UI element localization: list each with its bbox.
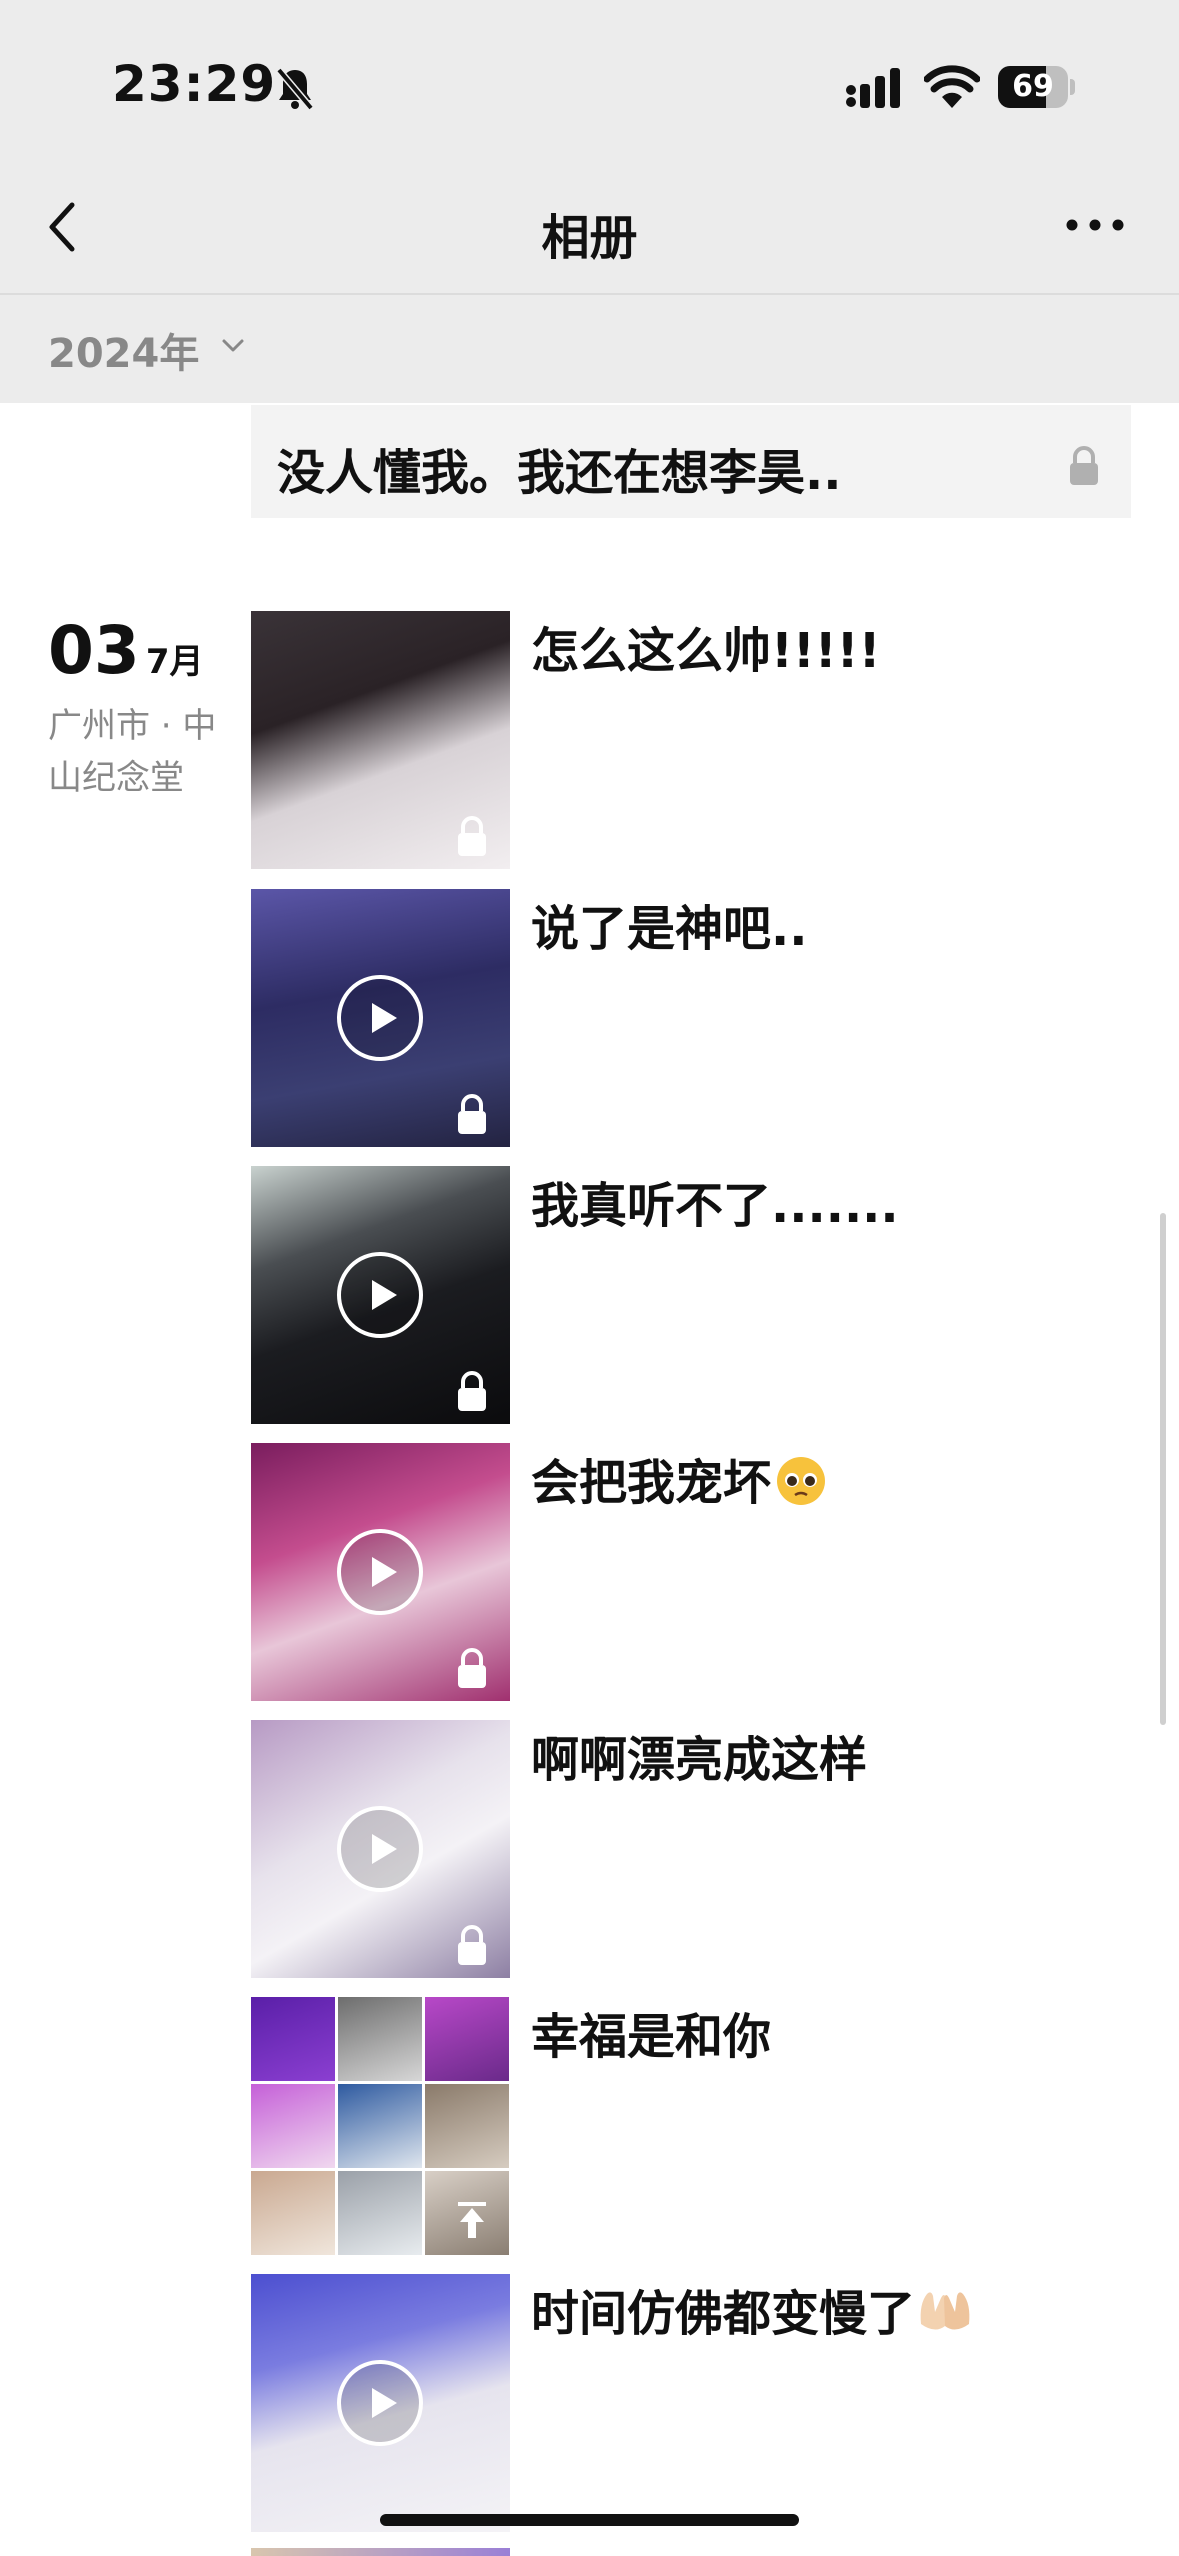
play-icon[interactable]	[335, 1527, 425, 1617]
pleading-face-emoji-icon	[777, 1457, 826, 1505]
mute-bell-icon	[276, 67, 314, 111]
cellular-signal-icon	[846, 68, 900, 108]
album-post[interactable]: 怎么这么帅!!!!!	[251, 611, 1131, 871]
play-icon[interactable]	[335, 2358, 425, 2448]
post-date: 03 7月	[48, 612, 204, 689]
album-post[interactable]: 啊啊漂亮成这样	[251, 1720, 1131, 1980]
lock-icon	[458, 816, 486, 856]
status-time: 23:29	[112, 55, 277, 113]
post-caption: 说了是神吧..	[531, 901, 808, 957]
post-location: 广州市 · 中山纪念堂	[48, 706, 217, 798]
album-post[interactable]: 时间仿佛都变慢了	[251, 2274, 1131, 2534]
lock-icon	[458, 1648, 486, 1688]
post-caption-text: 会把我宠坏	[531, 1455, 772, 1511]
status-bar: 23:29 69	[0, 0, 1179, 160]
lock-icon	[1070, 446, 1098, 485]
palms-up-together-emoji-icon	[920, 2292, 970, 2330]
chevron-down-icon[interactable]	[220, 333, 246, 359]
video-thumbnail[interactable]	[251, 889, 510, 1147]
battery-icon: 69	[998, 66, 1075, 108]
home-indicator[interactable]	[380, 2514, 799, 2526]
video-thumbnail[interactable]	[251, 1166, 510, 1424]
photo-thumbnail[interactable]	[251, 611, 510, 869]
play-icon[interactable]	[335, 1804, 425, 1894]
post-caption: 怎么这么帅!!!!!	[531, 623, 881, 679]
album-post[interactable]: 会把我宠坏	[251, 1443, 1131, 1703]
post-caption: 幸福是和你	[531, 2009, 772, 2065]
wifi-icon	[924, 65, 980, 108]
lock-icon	[458, 1094, 486, 1134]
play-icon[interactable]	[335, 973, 425, 1063]
post-caption: 我真听不了.......	[531, 1178, 899, 1234]
post-caption-text: 时间仿佛都变慢了	[531, 2286, 916, 2342]
year-filter[interactable]: 2024年	[0, 295, 1179, 403]
video-thumbnail[interactable]	[251, 2274, 510, 2532]
album-post[interactable]: 我真听不了.......	[251, 1166, 1131, 1426]
upload-arrow-icon	[458, 2202, 486, 2238]
nav-bar: 相册	[0, 160, 1179, 295]
post-caption: 会把我宠坏	[531, 1443, 831, 1513]
page-title: 相册	[541, 210, 638, 266]
lock-icon	[458, 1371, 486, 1411]
video-thumbnail[interactable]	[251, 1720, 510, 1978]
text-post-content: 没人懂我。我还在想李昊..	[277, 445, 842, 501]
photo-thumbnail[interactable]	[251, 2548, 510, 2556]
lock-icon	[458, 1925, 486, 1965]
album-post[interactable]: 幸福是和你	[251, 1997, 1131, 2257]
year-label[interactable]: 2024年	[48, 321, 199, 379]
play-icon[interactable]	[335, 1250, 425, 1340]
album-post[interactable]: 说了是神吧..	[251, 889, 1131, 1149]
post-caption: 时间仿佛都变慢了	[531, 2274, 975, 2344]
post-caption: 啊啊漂亮成这样	[531, 1732, 868, 1788]
album-post[interactable]	[251, 2548, 1131, 2556]
more-options-icon[interactable]	[1060, 200, 1130, 250]
date-day: 03	[48, 612, 140, 689]
text-post-card[interactable]: 没人懂我。我还在想李昊..	[251, 405, 1131, 518]
date-month: 7月	[145, 642, 204, 682]
photo-grid-thumbnail[interactable]	[251, 1997, 510, 2255]
battery-percent: 69	[1012, 69, 1054, 104]
video-thumbnail[interactable]	[251, 1443, 510, 1701]
scrollbar[interactable]	[1160, 1213, 1166, 1725]
